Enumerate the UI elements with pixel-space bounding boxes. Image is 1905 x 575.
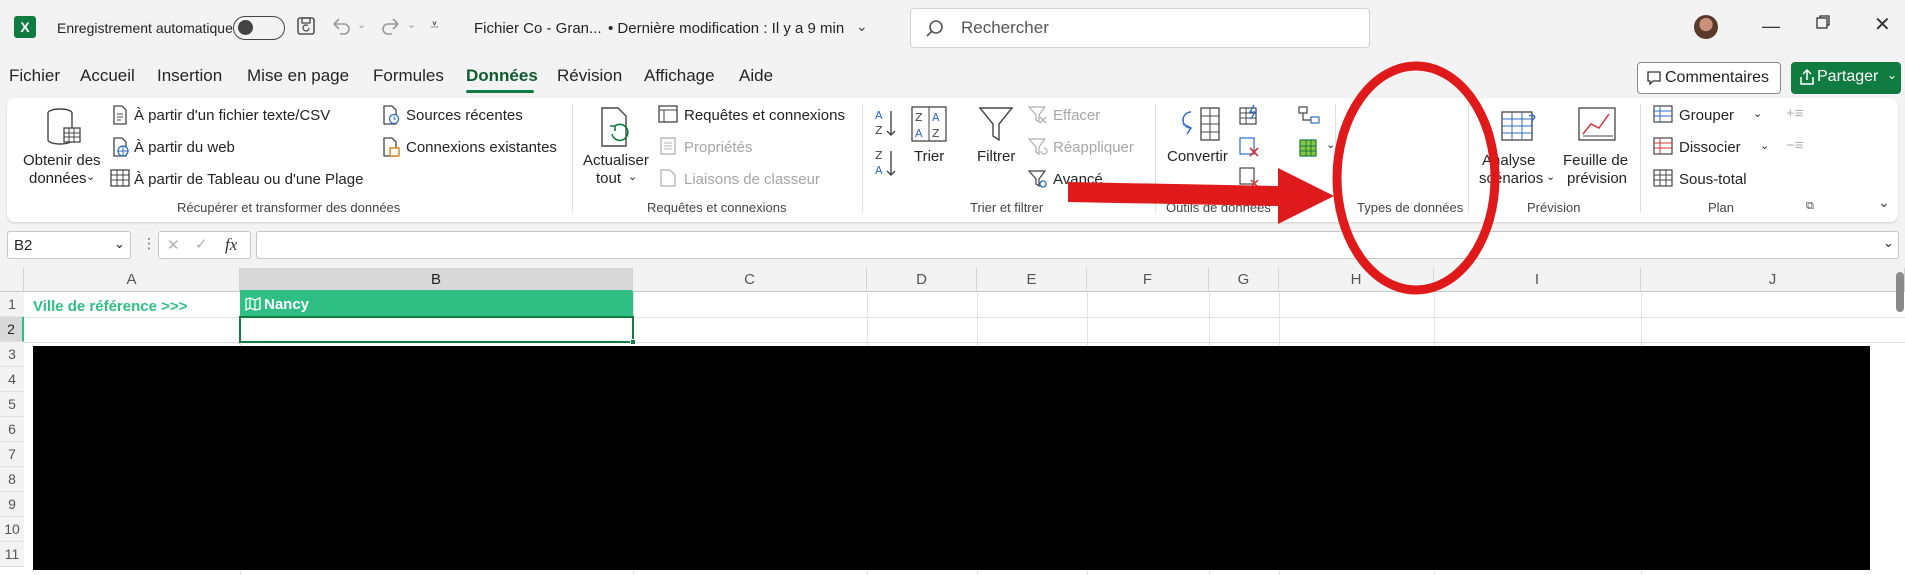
red-arrow-annotation — [1068, 168, 1334, 224]
annotation-overlay — [1068, 61, 1500, 295]
red-circle-annotation — [1332, 61, 1500, 295]
